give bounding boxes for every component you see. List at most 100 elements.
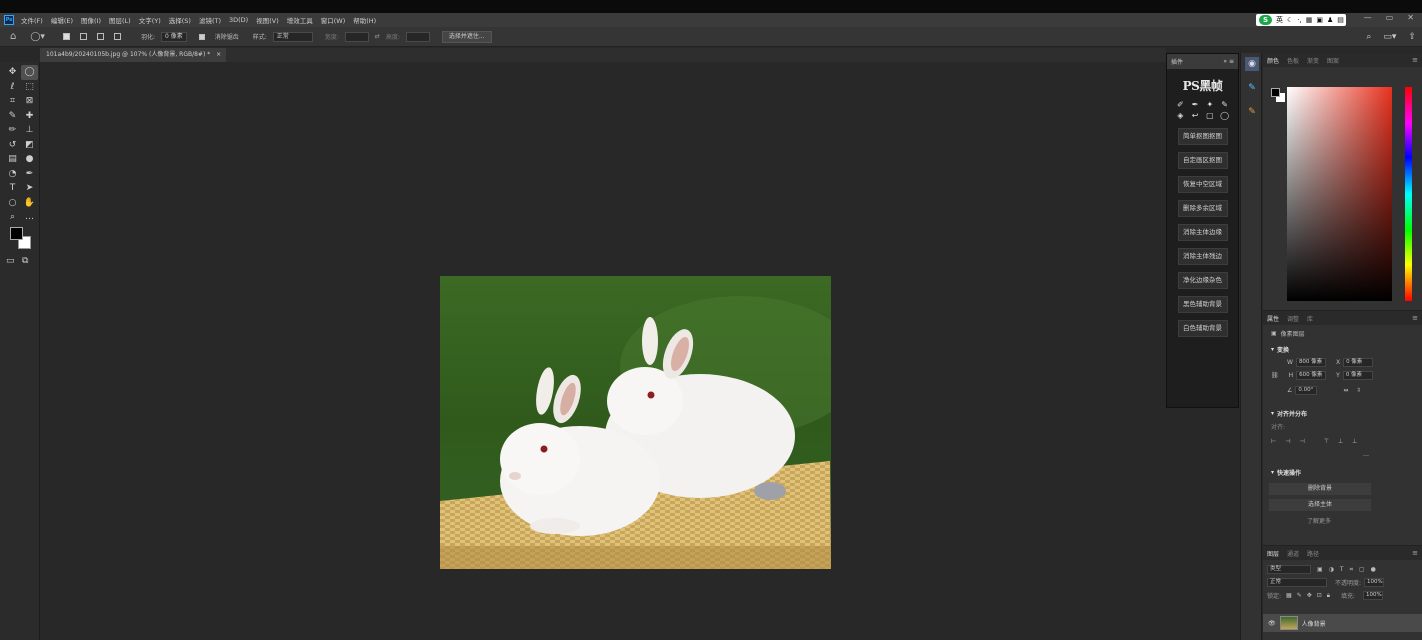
punctuation-icon[interactable]: ·, xyxy=(1297,16,1301,24)
plugin-button-5[interactable]: 消除主体边缘 xyxy=(1177,224,1228,241)
screen-mode-icon[interactable]: ⧉ xyxy=(22,254,28,268)
plugin-restore-icon[interactable]: ↩ xyxy=(1188,111,1203,120)
plugin-button-1[interactable]: 简单抠图抠图 xyxy=(1177,128,1228,145)
x-field[interactable]: 0 像素 xyxy=(1343,358,1374,367)
filter-shape-icon[interactable]: ⌗ xyxy=(1350,566,1353,574)
menu-view[interactable]: 视图(V) xyxy=(256,15,279,25)
grid-icon[interactable]: ▤ xyxy=(1337,16,1344,24)
menu-layer[interactable]: 图层(L) xyxy=(109,15,131,25)
workspace-icon[interactable]: ▭▾ xyxy=(1383,32,1396,42)
lock-position-icon[interactable]: ✥ xyxy=(1307,592,1312,599)
keyboard-icon[interactable]: ▦ xyxy=(1306,16,1313,24)
color-fg-swatch[interactable] xyxy=(1271,88,1280,97)
healing-brush-icon[interactable]: ✚ xyxy=(21,109,38,124)
frame-tool-icon[interactable]: ⊠ xyxy=(21,94,38,109)
move-tool-icon[interactable]: ✥ xyxy=(4,65,21,80)
plugin-button-8[interactable]: 黑色辅助背景 xyxy=(1177,296,1228,313)
lock-paint-icon[interactable]: ✎ xyxy=(1297,592,1302,599)
brush-tool-icon[interactable]: ✏ xyxy=(4,123,21,138)
fill-field[interactable]: 100% xyxy=(1363,591,1384,600)
document-image[interactable] xyxy=(440,276,831,569)
align-top-icon[interactable]: ⊤ xyxy=(1324,438,1329,445)
foreground-color[interactable] xyxy=(10,227,23,240)
select-subject-button[interactable]: 选择主体 xyxy=(1269,499,1371,511)
lock-artboard-icon[interactable]: ⊡ xyxy=(1317,592,1322,599)
history-brush-icon[interactable]: ↺ xyxy=(4,138,21,153)
swap-icon[interactable]: ⇄ xyxy=(375,33,380,40)
ime-toolbar[interactable]: S 英 ☾ ·, ▦ ▣ ♟ ▤ xyxy=(1256,14,1346,26)
menu-image[interactable]: 图像(I) xyxy=(81,15,101,25)
align-bottom-icon[interactable]: ⊥ xyxy=(1352,438,1357,445)
lock-pixels-icon[interactable]: ▦ xyxy=(1286,592,1292,599)
style-select[interactable]: 正常 xyxy=(272,31,313,42)
elliptical-marquee-icon[interactable]: ◯ xyxy=(21,65,38,80)
feather-input[interactable]: 0 像素 xyxy=(160,31,187,42)
dodge-tool-icon[interactable]: ◔ xyxy=(4,167,21,182)
plugin-wand-icon[interactable]: ✦ xyxy=(1203,100,1218,109)
filter-adjust-icon[interactable]: ◑ xyxy=(1329,566,1334,573)
moon-icon[interactable]: ☾ xyxy=(1287,16,1293,24)
select-mask-button[interactable]: 选择并遮住... xyxy=(441,30,492,43)
subtract-selection-icon[interactable] xyxy=(96,33,108,40)
tab-adjustments[interactable]: 调整 xyxy=(1287,314,1299,323)
plugin-button-2[interactable]: 自定画区抠图 xyxy=(1177,152,1228,169)
menu-file[interactable]: 文件(F) xyxy=(21,15,43,25)
align-left-icon[interactable]: ⊢ xyxy=(1271,438,1276,445)
quick-mask-icon[interactable]: ▭ xyxy=(6,254,15,268)
plugin-erase-icon[interactable]: ◈ xyxy=(1173,111,1188,120)
align-vcenter-icon[interactable]: ⊥ xyxy=(1338,438,1343,445)
remove-background-button[interactable]: 删除背景 xyxy=(1269,483,1371,495)
align-chevron-icon[interactable]: ▾ xyxy=(1271,410,1274,417)
hue-slider[interactable] xyxy=(1405,87,1412,301)
skin-icon[interactable]: ▣ xyxy=(1316,16,1323,24)
filter-smart-icon[interactable]: ▢ xyxy=(1359,566,1365,573)
more-tools-icon[interactable]: … xyxy=(21,210,38,225)
lock-all-icon[interactable]: 🔒︎ xyxy=(1327,592,1330,600)
plugin-circle-icon[interactable]: ◯ xyxy=(1217,111,1232,120)
tab-paths[interactable]: 路径 xyxy=(1307,549,1319,558)
learn-more-link[interactable]: 了解更多 xyxy=(1263,514,1422,527)
chevron-down-icon[interactable]: ▾ xyxy=(1271,346,1274,353)
layers-menu-icon[interactable]: ≡ xyxy=(1412,549,1418,557)
quick-chevron-icon[interactable]: ▾ xyxy=(1271,469,1274,476)
plugin-button-7[interactable]: 净化边缘杂色 xyxy=(1177,272,1228,289)
maximize-button[interactable]: ▭ xyxy=(1386,13,1394,22)
pen-tool-icon[interactable]: ✒ xyxy=(21,167,38,182)
panel-menu-icon[interactable]: ≡ xyxy=(1412,56,1418,64)
quick-actions-section[interactable]: ▾ 快速操作 xyxy=(1263,466,1422,479)
share-icon[interactable]: ⇪ xyxy=(1408,32,1416,42)
plugin-pen-icon[interactable]: ✒ xyxy=(1188,100,1203,109)
gradient-tool-icon[interactable]: ▤ xyxy=(4,152,21,167)
align-hcenter-icon[interactable]: ⊣ xyxy=(1285,438,1290,445)
ellipse-shape-icon[interactable]: ○ xyxy=(4,196,21,211)
tab-properties[interactable]: 属性 xyxy=(1267,314,1279,323)
history-icon[interactable]: ✎ xyxy=(1245,105,1259,119)
link-icon[interactable]: ⛓ xyxy=(1271,372,1279,379)
tab-patterns[interactable]: 图案 xyxy=(1327,56,1339,65)
color-swatches[interactable] xyxy=(10,227,34,251)
tab-close-icon[interactable]: × xyxy=(216,51,221,58)
menu-3d[interactable]: 3D(D) xyxy=(229,16,248,24)
close-button[interactable]: ✕ xyxy=(1407,13,1414,22)
menu-help[interactable]: 帮助(H) xyxy=(353,15,376,25)
hand-tool-icon[interactable]: ✋ xyxy=(21,196,38,211)
eraser-icon[interactable]: ◩ xyxy=(21,138,38,153)
panel-collapse-icon[interactable]: » ≡ xyxy=(1223,58,1234,65)
transform-section[interactable]: ▾ 变换 xyxy=(1263,343,1422,356)
y-field[interactable]: 0 像素 xyxy=(1342,371,1373,380)
plugin-button-9[interactable]: 白色辅助背景 xyxy=(1177,320,1228,337)
color-picker-field[interactable] xyxy=(1287,87,1392,301)
plugin-button-4[interactable]: 删除多余区域 xyxy=(1177,200,1228,217)
menu-plugins[interactable]: 增效工具 xyxy=(287,15,313,25)
angle-field[interactable]: 0.00° xyxy=(1295,386,1318,395)
opacity-field[interactable]: 100% xyxy=(1364,578,1385,587)
align-more-icon[interactable]: … xyxy=(1263,448,1422,461)
clone-stamp-icon[interactable]: ⊥ xyxy=(21,123,38,138)
visibility-eye-icon[interactable]: 👁︎ xyxy=(1268,620,1276,627)
flip-horizontal-icon[interactable]: ⇹ xyxy=(1343,387,1348,394)
tab-libraries[interactable]: 库 xyxy=(1307,314,1313,323)
tab-layers[interactable]: 图层 xyxy=(1267,549,1279,558)
search-icon[interactable]: ⌕ xyxy=(1366,32,1371,42)
plugin-brush-icon[interactable]: ✐ xyxy=(1173,100,1188,109)
intersect-selection-icon[interactable] xyxy=(113,33,125,40)
